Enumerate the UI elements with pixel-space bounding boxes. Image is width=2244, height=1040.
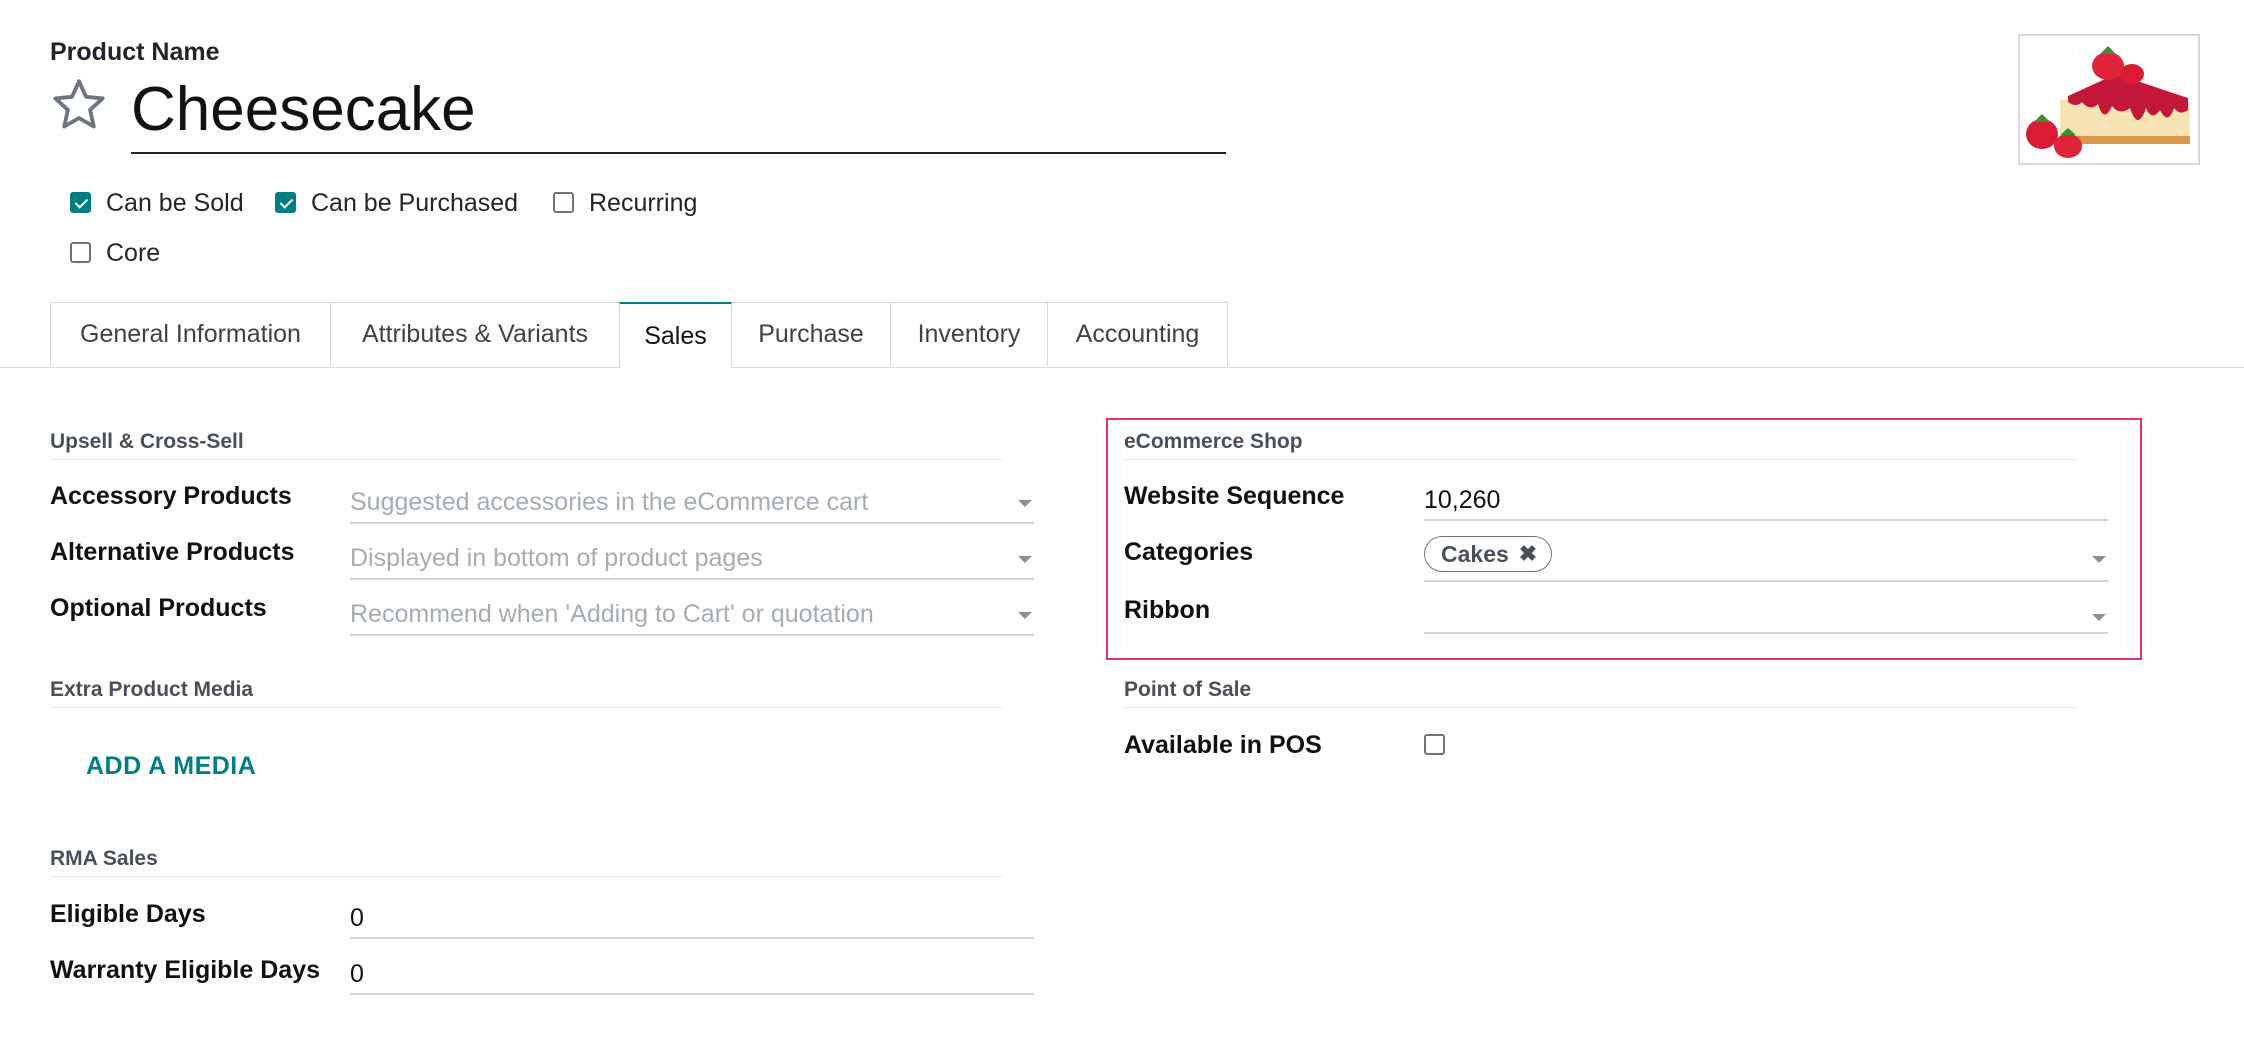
chevron-down-icon[interactable] (1018, 612, 1032, 619)
product-name-value: Cheesecake (131, 75, 476, 144)
tab-inventory[interactable]: Inventory (890, 302, 1048, 366)
alternative-products-input[interactable]: Displayed in bottom of product pages (350, 540, 1034, 580)
categories-underline (1424, 580, 2108, 582)
ecommerce-section-rule (1124, 459, 2076, 460)
can-be-sold-label: Can be Sold (106, 189, 244, 217)
upsell-section-rule (50, 459, 1002, 460)
rma-section-rule (50, 876, 1002, 877)
tab-general-information[interactable]: General Information (50, 302, 331, 366)
alternative-products-placeholder: Displayed in bottom of product pages (350, 544, 763, 572)
warranty-eligible-days-input[interactable]: 0 (350, 956, 1034, 996)
cheesecake-image (2026, 46, 2190, 158)
optional-products-input[interactable]: Recommend when 'Adding to Cart' or quota… (350, 596, 1034, 636)
star-outline-icon[interactable] (50, 76, 108, 134)
chevron-down-icon[interactable] (1018, 500, 1032, 507)
eligible-days-underline (350, 937, 1034, 939)
extra-media-section-title: Extra Product Media (50, 678, 254, 701)
ribbon-label: Ribbon (1124, 596, 1211, 624)
website-sequence-underline (1424, 519, 2108, 521)
chevron-down-icon[interactable] (1018, 556, 1032, 563)
warranty-eligible-days-label: Warranty Eligible Days (50, 956, 320, 984)
core-label: Core (106, 239, 161, 267)
tab-accounting[interactable]: Accounting (1047, 302, 1228, 366)
pos-section-title: Point of Sale (1124, 678, 1252, 701)
remove-tag-icon[interactable]: ✖ (1519, 543, 1537, 565)
eligible-days-label: Eligible Days (50, 900, 206, 928)
chevron-down-icon[interactable] (2092, 614, 2106, 621)
option-recurring[interactable]: Recurring (553, 189, 753, 221)
product-name-field[interactable]: Cheesecake (131, 68, 1226, 154)
option-can-be-purchased[interactable]: Can be Purchased (275, 189, 575, 221)
website-sequence-input[interactable]: 10,260 (1424, 482, 2108, 522)
extra-media-section-rule (50, 707, 1002, 708)
category-tag-label: Cakes (1441, 540, 1509, 567)
categories-label: Categories (1124, 538, 1254, 566)
alternative-products-label: Alternative Products (50, 538, 295, 566)
can-be-sold-checkbox[interactable] (70, 192, 91, 213)
tabs-divider (0, 367, 2244, 368)
optional-products-underline (350, 634, 1034, 636)
available-in-pos-label: Available in POS (1124, 731, 1322, 759)
chevron-down-icon[interactable] (2092, 556, 2106, 563)
eligible-days-value: 0 (350, 904, 364, 932)
accessory-products-placeholder: Suggested accessories in the eCommerce c… (350, 488, 869, 516)
add-media-button[interactable]: ADD A MEDIA (86, 752, 256, 781)
rma-section-title: RMA Sales (50, 847, 158, 870)
upsell-section-title: Upsell & Cross-Sell (50, 430, 244, 453)
website-sequence-value: 10,260 (1424, 486, 1501, 514)
optional-products-label: Optional Products (50, 594, 267, 622)
recurring-checkbox[interactable] (553, 192, 574, 213)
accessory-products-label: Accessory Products (50, 482, 292, 510)
categories-input[interactable]: Cakes ✖ (1424, 536, 2108, 582)
product-name-label: Product Name (50, 38, 220, 66)
can-be-purchased-label: Can be Purchased (311, 189, 519, 217)
ribbon-input[interactable] (1424, 596, 2108, 636)
core-checkbox[interactable] (70, 242, 91, 263)
accessory-products-input[interactable]: Suggested accessories in the eCommerce c… (350, 484, 1034, 524)
recurring-label: Recurring (589, 189, 698, 217)
can-be-purchased-checkbox[interactable] (275, 192, 296, 213)
alternative-products-underline (350, 578, 1034, 580)
pos-section-rule (1124, 707, 2076, 708)
tab-purchase[interactable]: Purchase (731, 302, 891, 366)
product-image[interactable] (2018, 34, 2200, 165)
eligible-days-input[interactable]: 0 (350, 900, 1034, 940)
accessory-products-underline (350, 522, 1034, 524)
option-core[interactable]: Core (70, 239, 220, 271)
optional-products-placeholder: Recommend when 'Adding to Cart' or quota… (350, 600, 874, 628)
website-sequence-label: Website Sequence (1124, 482, 1345, 510)
warranty-eligible-days-value: 0 (350, 960, 364, 988)
tab-sales[interactable]: Sales (619, 302, 732, 368)
available-in-pos-checkbox[interactable] (1424, 734, 1445, 755)
category-tag-cakes[interactable]: Cakes ✖ (1424, 536, 1553, 572)
tab-attributes-variants[interactable]: Attributes & Variants (330, 302, 620, 366)
warranty-eligible-days-underline (350, 993, 1034, 995)
ribbon-underline (1424, 632, 2108, 634)
ecommerce-section-title: eCommerce Shop (1124, 430, 1303, 453)
